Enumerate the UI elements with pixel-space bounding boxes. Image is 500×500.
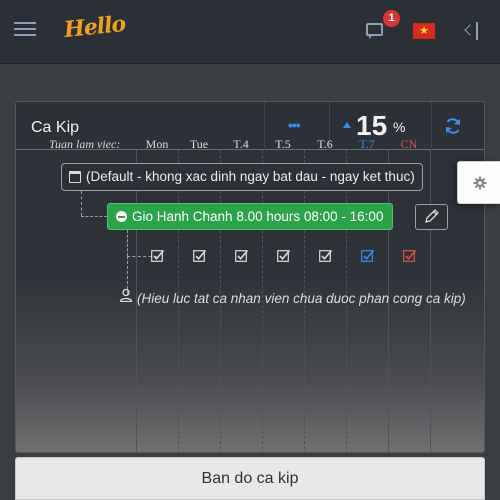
vietnam-flag-icon[interactable]: ★ — [413, 23, 435, 39]
weekday-checkbox-mon[interactable] — [151, 249, 165, 263]
trend-up-icon — [343, 122, 351, 128]
day-header-t6: T.6 — [317, 137, 333, 151]
percent-sign: % — [393, 119, 406, 135]
chat-icon[interactable] — [364, 20, 386, 42]
pencil-icon — [425, 209, 439, 223]
weekday-checkbox-t5[interactable] — [277, 249, 291, 263]
shift-map-button[interactable]: Ban do ca kip — [15, 457, 485, 500]
gear-icon — [473, 176, 487, 190]
card-title: Ca Kip — [31, 119, 80, 136]
shift-card: Ca Kip ••• 15 % Tuan lam viec: Mon Tue T… — [15, 101, 485, 453]
day-header-t5: T.5 — [275, 137, 291, 151]
period-default-button[interactable]: (Default - khong xac dinh ngay bat dau -… — [61, 163, 423, 191]
day-header-tue: Tue — [189, 137, 209, 151]
user-icon — [119, 288, 133, 302]
calendar-icon — [69, 171, 81, 183]
menu-icon[interactable] — [14, 20, 36, 38]
collapse-sidebar-icon[interactable] — [464, 22, 480, 40]
day-header-mon: Mon — [145, 137, 169, 151]
edit-shift-button[interactable] — [415, 204, 448, 230]
unassigned-staff-note: (Hieu luc tat ca nhan vien chua duoc pha… — [137, 291, 466, 306]
more-options-icon[interactable]: ••• — [288, 117, 306, 133]
shift-office-hours-button[interactable]: Gio Hanh Chanh 8.00 hours 08:00 - 16:00 — [107, 203, 394, 230]
top-navbar: Hello 1 ★ — [0, 0, 500, 64]
working-week-label: Tuan lam viec: — [49, 137, 121, 151]
settings-panel-toggle[interactable] — [457, 161, 500, 204]
day-header-t4: T.4 — [233, 137, 249, 151]
notification-badge: 1 — [383, 10, 400, 27]
weekday-checkbox-t7[interactable] — [361, 249, 375, 263]
shift-label: Gio Hanh Chanh 8.00 hours 08:00 - 16:00 — [132, 209, 384, 224]
weekday-checkbox-cn[interactable] — [403, 249, 417, 263]
refresh-icon[interactable] — [444, 117, 462, 135]
weekday-checkbox-t4[interactable] — [235, 249, 249, 263]
day-header-t7: T.7 — [359, 137, 375, 151]
app-logo[interactable]: Hello — [63, 11, 127, 43]
weekday-checkbox-tue[interactable] — [193, 249, 207, 263]
minus-circle-icon[interactable] — [116, 211, 127, 222]
weekday-checkbox-t6[interactable] — [319, 249, 333, 263]
card-header: Ca Kip ••• 15 % Tuan lam viec: Mon Tue T… — [16, 102, 484, 151]
day-header-cn: CN — [400, 137, 418, 151]
period-label: (Default - khong xac dinh ngay bat dau -… — [86, 169, 415, 184]
